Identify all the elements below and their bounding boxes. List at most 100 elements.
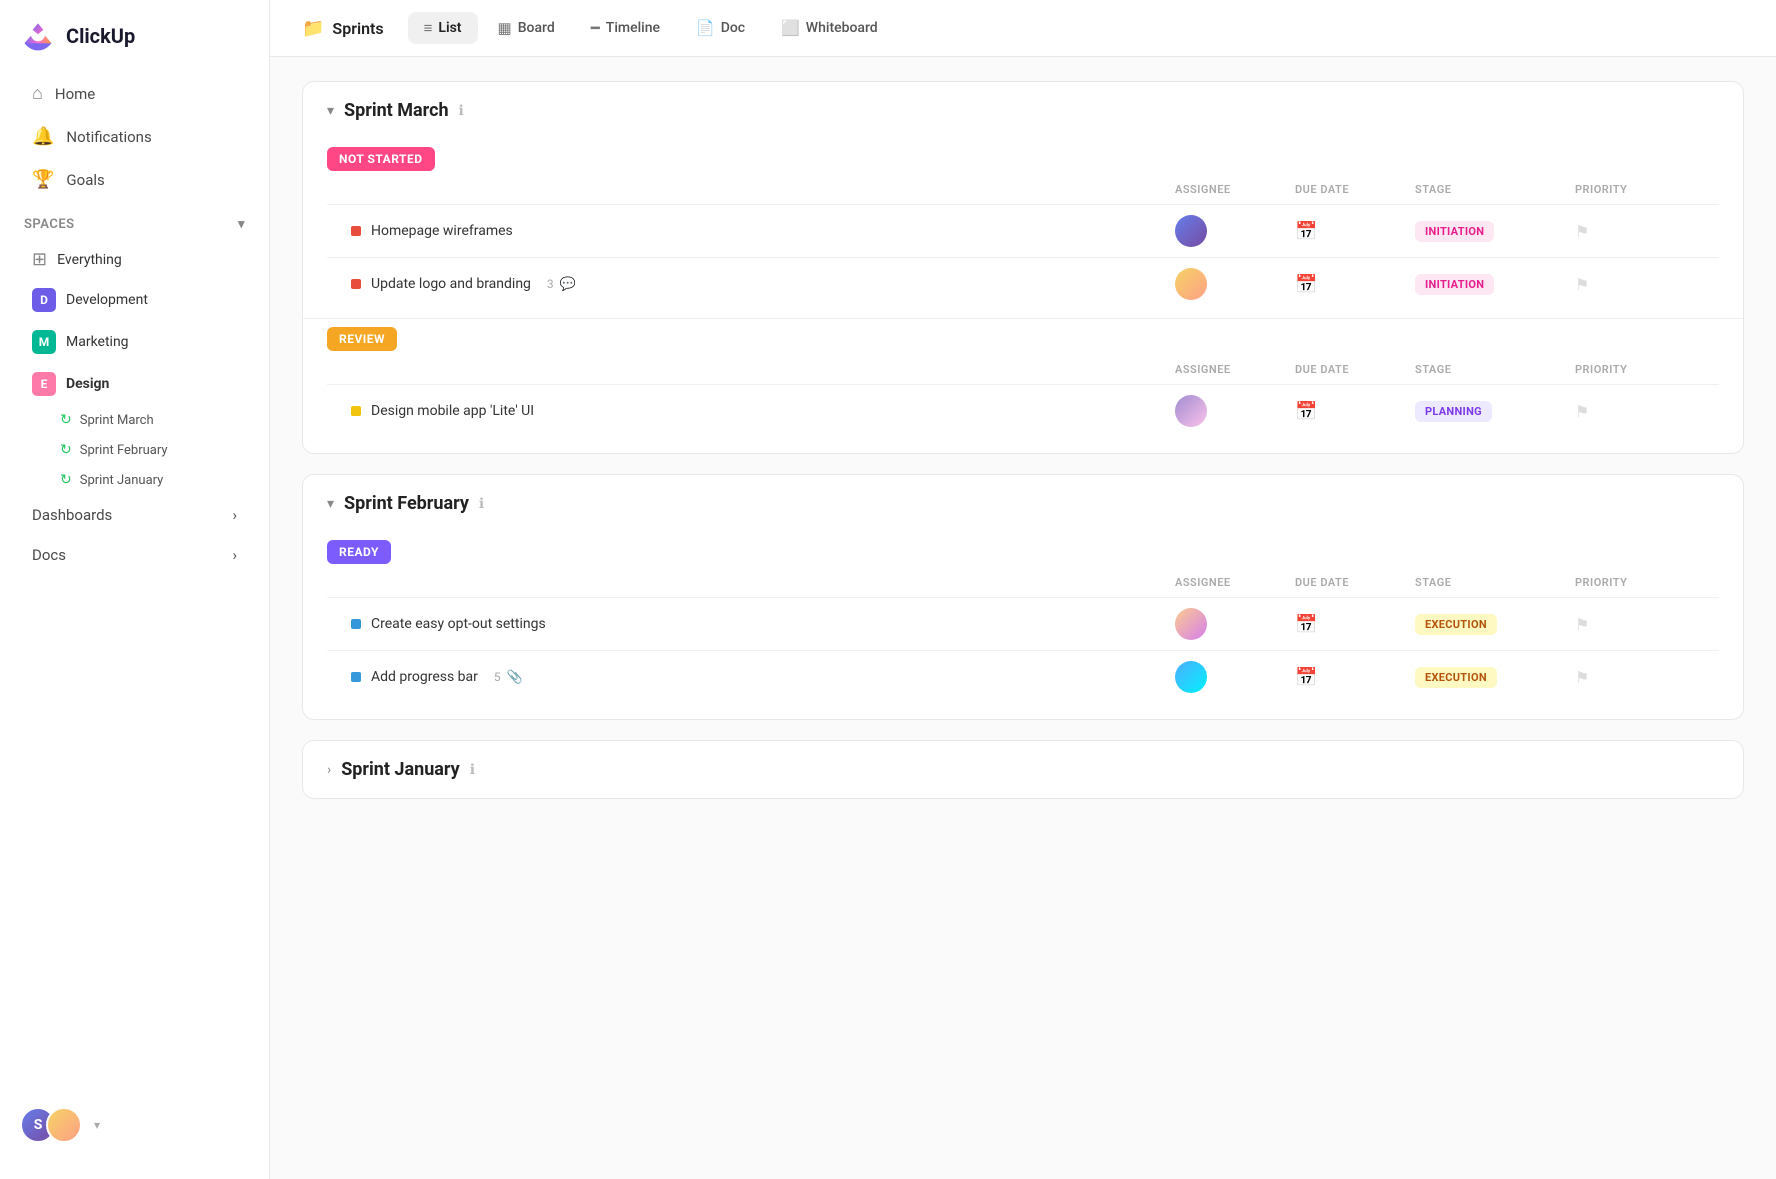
design-label: Design [66,376,109,392]
task-priority[interactable]: ⚑ [1575,275,1695,294]
board-tab-icon: ▦ [498,19,512,37]
task-row[interactable]: Update logo and branding 3 💬 📅 [327,257,1719,310]
sidebar-item-design[interactable]: E Design [8,364,261,404]
list-tab-label: List [438,20,461,36]
task-priority[interactable]: ⚑ [1575,668,1695,687]
sprint-march-chevron-icon: ▾ [327,103,334,119]
task-row[interactable]: Add progress bar 5 📎 📅 [327,650,1719,703]
dashboards-chevron-icon: › [232,506,237,524]
task-name: Design mobile app 'Lite' UI [351,403,1175,419]
task-due-date[interactable]: 📅 [1295,401,1415,422]
marketing-label: Marketing [66,334,129,350]
top-nav: 📁 Sprints ≡ List ▦ Board ━ Timeline 📄 Do… [270,0,1776,57]
sprint-icon-january: ↻ [60,472,72,488]
tab-list[interactable]: ≡ List [408,12,478,44]
table-header-review: ASSIGNEE DUE DATE STAGE PRIORITY [327,355,1719,384]
col-task [351,363,1175,376]
task-name: Add progress bar 5 📎 [351,669,1175,685]
tab-timeline[interactable]: ━ Timeline [575,12,676,44]
sidebar-item-notifications[interactable]: 🔔 Notifications [8,116,261,157]
task-dot [351,406,361,416]
spaces-chevron-icon[interactable]: ▾ [238,217,245,232]
sprint-march-body: NOT STARTED ASSIGNEE DUE DATE STAGE PRIO… [303,147,1743,453]
sidebar-item-goals[interactable]: 🏆 Goals [8,159,261,200]
task-assignee [1175,395,1295,427]
sprint-march-header[interactable]: ▾ Sprint March ℹ [303,82,1743,139]
task-assignee [1175,268,1295,300]
table-header-not-started: ASSIGNEE DUE DATE STAGE PRIORITY [327,175,1719,204]
view-tabs: ≡ List ▦ Board ━ Timeline 📄 Doc ⬜ Whiteb… [408,12,894,44]
stage-badge: INITIATION [1415,221,1494,242]
task-due-date[interactable]: 📅 [1295,221,1415,242]
task-priority[interactable]: ⚑ [1575,222,1695,241]
assignee-avatar [1175,215,1207,247]
task-row[interactable]: Design mobile app 'Lite' UI 📅 PLANNING ⚑ [327,384,1719,437]
home-icon: ⌂ [32,83,43,104]
marketing-avatar: M [32,330,56,354]
col-assignee: ASSIGNEE [1175,576,1295,589]
user-area[interactable]: S ▾ [0,1091,269,1159]
sprint-january-info-icon[interactable]: ℹ [470,762,475,778]
assignee-avatar [1175,661,1207,693]
sidebar-item-home[interactable]: ⌂ Home [8,73,261,114]
sprint-january-label: Sprint January [80,473,164,488]
sprint-march-info-icon[interactable]: ℹ [459,103,464,119]
task-meta: 3 💬 [547,277,576,292]
review-group: REVIEW ASSIGNEE DUE DATE STAGE PRIORITY … [327,327,1719,437]
calendar-icon: 📅 [1295,274,1317,295]
sidebar-item-development[interactable]: D Development [8,280,261,320]
design-avatar: E [32,372,56,396]
clickup-logo-icon [20,18,56,54]
col-assignee: ASSIGNEE [1175,363,1295,376]
sidebar-item-docs[interactable]: Docs › [8,536,261,574]
col-duedate: DUE DATE [1295,363,1415,376]
sidebar-sprint-march[interactable]: ↻ Sprint March [8,406,261,434]
sidebar-item-dashboards[interactable]: Dashboards › [8,496,261,534]
sidebar-sprint-february[interactable]: ↻ Sprint February [8,436,261,464]
sprint-january-title: Sprint January [341,759,460,780]
task-stage: INITIATION [1415,220,1575,242]
logo-area: ClickUp [0,0,269,72]
user-dropdown-icon[interactable]: ▾ [94,1118,100,1132]
calendar-icon: 📅 [1295,401,1317,422]
sprint-february-header[interactable]: ▾ Sprint February ℹ [303,475,1743,532]
task-due-date[interactable]: 📅 [1295,667,1415,688]
calendar-icon: 📅 [1295,667,1317,688]
not-started-badge: NOT STARTED [327,147,435,171]
tab-doc[interactable]: 📄 Doc [680,12,761,44]
sprint-february-body: READY ASSIGNEE DUE DATE STAGE PRIORITY C… [303,540,1743,719]
whiteboard-tab-label: Whiteboard [806,20,878,36]
task-stage: EXECUTION [1415,613,1575,635]
col-stage: STAGE [1415,576,1575,589]
sprint-january-header[interactable]: › Sprint January ℹ [303,741,1743,798]
col-assignee: ASSIGNEE [1175,183,1295,196]
goals-label: Goals [66,171,104,189]
sprint-february-title: Sprint February [344,493,469,514]
task-row[interactable]: Create easy opt-out settings 📅 EXECUTION… [327,597,1719,650]
development-avatar: D [32,288,56,312]
ready-group: READY ASSIGNEE DUE DATE STAGE PRIORITY C… [327,540,1719,703]
task-priority[interactable]: ⚑ [1575,615,1695,634]
everything-label: Everything [57,252,122,268]
task-row[interactable]: Homepage wireframes 📅 INITIATION ⚑ [327,204,1719,257]
attachment-icon: 📎 [507,670,523,685]
task-assignee [1175,661,1295,693]
task-due-date[interactable]: 📅 [1295,614,1415,635]
ready-badge: READY [327,540,391,564]
sprint-february-label: Sprint February [80,443,168,458]
sprint-february-info-icon[interactable]: ℹ [479,496,484,512]
sidebar-item-marketing[interactable]: M Marketing [8,322,261,362]
sidebar-item-everything[interactable]: ⊞ Everything [8,241,261,278]
task-dot [351,672,361,682]
tab-board[interactable]: ▦ Board [482,12,571,44]
sidebar-sprint-january[interactable]: ↻ Sprint January [8,466,261,494]
task-priority[interactable]: ⚑ [1575,402,1695,421]
task-name: Create easy opt-out settings [351,616,1175,632]
task-due-date[interactable]: 📅 [1295,274,1415,295]
sprint-icon-february: ↻ [60,442,72,458]
task-stage: INITIATION [1415,273,1575,295]
calendar-icon: 📅 [1295,221,1317,242]
tab-whiteboard[interactable]: ⬜ Whiteboard [765,12,894,44]
task-dot [351,279,361,289]
sprint-icon-march: ↻ [60,412,72,428]
